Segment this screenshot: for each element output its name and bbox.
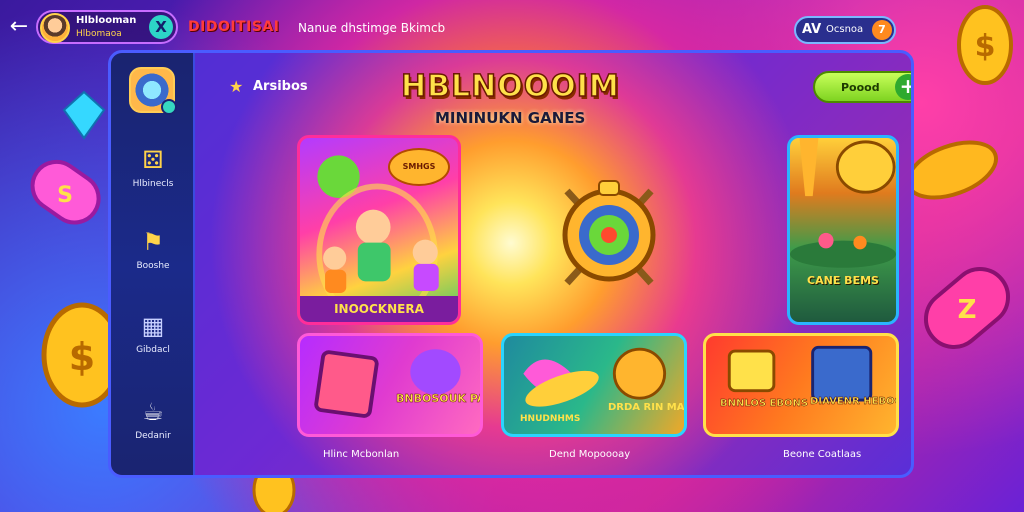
card-title: CANE BEMS [807,274,879,287]
brand-subtitle: Nanue dhstimge Bkimcb [298,21,446,35]
sidebar-item-label: Booshe [136,261,170,271]
page-subtitle: MININUKN GANES [435,109,586,127]
game-card-bottom-2[interactable]: HNUDNHMS DRDA RIN MARES [501,333,687,437]
avatar [40,13,70,43]
game-card-right[interactable]: CANE BEMS [787,135,899,325]
card-badge: SMHGS [388,148,450,186]
capsule-decoration: S [30,159,101,225]
bottom-card-3-art [727,345,873,402]
x-close-icon[interactable]: X [149,15,173,39]
notification-badge: 7 [872,20,892,40]
card-title-right: DRDA RIN MARES [608,402,685,413]
game-card-featured[interactable]: SMHGS INOOCKNERA [297,135,461,325]
svg-text:Z: Z [958,295,977,325]
card-title-left: BNNLOS EBONS [720,398,809,409]
puzzle-icon: ⚑ [142,228,164,256]
status-dot [161,99,177,115]
arrow-left-icon: ← [9,14,29,39]
sidebar-item-1[interactable]: ⚑ Booshe [111,227,195,289]
footer-link[interactable]: Dend Mopoooay [549,449,630,460]
play-button[interactable]: Poood + [813,71,911,103]
bottom-card-1-art [314,349,461,418]
svg-text:$: $ [69,335,95,379]
card-title: BNBOSOUK PARES [396,392,480,405]
account-label: Ocsnoa [826,24,864,35]
app-logo-icon[interactable] [129,67,177,115]
section-label: Arsibos [253,79,308,94]
sidebar-item-0[interactable]: ⚄ Hlbinecls [111,145,195,207]
brand-name: DIDOITISAI [188,19,280,35]
profile-subtitle: Hlbomaoa [76,29,122,39]
sidebar: ⚄ Hlbinecls ⚑ Booshe ▦ Gibdacl ☕ Dedanir [111,53,195,475]
game-card-bottom-3[interactable]: BNNLOS EBONS DIAVENR HEBOONS [703,333,899,437]
back-button[interactable]: ← [8,16,30,38]
svg-text:S: S [57,183,73,208]
ghost-icon: ☕ [142,398,164,426]
main-window: ⚄ Hlbinecls ⚑ Booshe ▦ Gibdacl ☕ Dedanir… [108,50,914,478]
sidebar-item-2[interactable]: ▦ Gibdacl [111,311,195,373]
capsule-decoration: Z [923,267,1011,349]
sidebar-item-label: Gibdacl [136,345,170,355]
card-title-left: HNUDNHMS [520,414,581,424]
sidebar-item-label: Dedanir [135,431,171,441]
gem-decoration [62,90,106,140]
account-pill[interactable]: AV Ocsnoa 7 [794,16,896,44]
play-button-label: Poood [841,81,880,94]
game-card-bottom-1[interactable]: BNBOSOUK PARES [297,333,483,437]
footer-link[interactable]: Beone Coatlaas [783,449,861,460]
coin-decoration [906,140,998,200]
sidebar-item-3[interactable]: ☕ Dedanir [111,397,195,459]
right-card-art [790,138,896,268]
star-icon: ★ [229,77,244,96]
profile-name: Hlblooman [76,15,137,26]
grid-icon: ▦ [141,312,165,340]
shield-emblem-icon [562,180,656,286]
dice-icon: ⚄ [142,146,164,174]
plus-icon: + [895,74,911,100]
profile-chip[interactable]: Hlblooman Hlbomaoa X [36,10,178,44]
top-bar: ← Hlblooman Hlbomaoa X DIDOITISAI Nanue … [0,0,1024,54]
sidebar-item-label: Hlbinecls [132,179,174,189]
card-title-right: DIAVENR HEBOONS [810,396,896,407]
footer-link[interactable]: Hlinc Mcbonlan [323,449,399,460]
card-title: INOOCKNERA [300,296,458,322]
page-title: HBLNOOOIM [400,68,620,105]
account-icon: AV [802,22,822,37]
content-area: ★ Arsibos HBLNOOOIM MININUKN GANES Poood… [195,53,911,475]
